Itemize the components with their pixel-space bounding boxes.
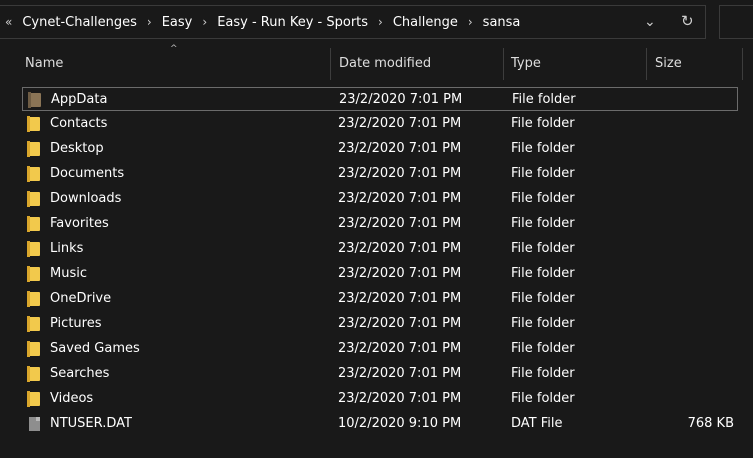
file-date-modified: 23/2/2020 7:01 PM	[338, 266, 462, 281]
folder-hidden-icon	[28, 92, 41, 108]
file-type: File folder	[511, 241, 575, 256]
table-row[interactable]: Desktop 23/2/2020 7:01 PM File folder	[22, 137, 738, 161]
breadcrumb-item-easy[interactable]: Easy	[162, 15, 193, 30]
file-name: Links	[50, 241, 84, 256]
file-type: File folder	[511, 341, 575, 356]
folder-icon	[27, 116, 40, 132]
file-name: Desktop	[50, 141, 104, 156]
folder-icon	[27, 366, 40, 382]
file-date-modified: 23/2/2020 7:01 PM	[338, 216, 462, 231]
file-type: File folder	[511, 141, 575, 156]
file-date-modified: 10/2/2020 9:10 PM	[338, 416, 462, 431]
folder-icon	[27, 266, 40, 282]
overflow-chevron-icon[interactable]: «	[5, 15, 12, 29]
breadcrumb-item-easy-run-key-sports[interactable]: Easy - Run Key - Sports	[217, 15, 368, 30]
breadcrumb: « Cynet-Challenges › Easy › Easy - Run K…	[5, 6, 520, 38]
column-divider[interactable]	[646, 48, 647, 80]
file-date-modified: 23/2/2020 7:01 PM	[338, 291, 462, 306]
folder-icon	[27, 166, 40, 182]
table-row[interactable]: Downloads 23/2/2020 7:01 PM File folder	[22, 187, 738, 211]
folder-icon	[27, 191, 40, 207]
file-date-modified: 23/2/2020 7:01 PM	[338, 166, 462, 181]
column-divider[interactable]	[742, 48, 743, 80]
folder-icon	[27, 341, 40, 357]
file-name: Documents	[50, 166, 125, 181]
breadcrumb-item-challenge[interactable]: Challenge	[393, 15, 458, 30]
file-name: Saved Games	[50, 341, 140, 356]
table-row[interactable]: Music 23/2/2020 7:01 PM File folder	[22, 262, 738, 286]
file-type: File folder	[511, 316, 575, 331]
table-row[interactable]: Searches 23/2/2020 7:01 PM File folder	[22, 362, 738, 386]
file-name: OneDrive	[50, 291, 112, 306]
table-row[interactable]: Favorites 23/2/2020 7:01 PM File folder	[22, 212, 738, 236]
file-type: File folder	[511, 166, 575, 181]
file-name: Searches	[50, 366, 110, 381]
file-date-modified: 23/2/2020 7:01 PM	[338, 191, 462, 206]
table-row[interactable]: Videos 23/2/2020 7:01 PM File folder	[22, 387, 738, 411]
file-date-modified: 23/2/2020 7:01 PM	[338, 241, 462, 256]
column-header: Name Date modified Type Size	[0, 44, 753, 80]
breadcrumb-item-sansa[interactable]: sansa	[483, 15, 521, 30]
file-name: Downloads	[50, 191, 122, 206]
refresh-icon[interactable]: ↻	[681, 12, 694, 30]
file-name: Videos	[50, 391, 94, 406]
file-size: 768 KB	[687, 416, 734, 431]
column-divider[interactable]	[503, 48, 504, 80]
file-type: DAT File	[511, 416, 563, 431]
file-type: File folder	[511, 216, 575, 231]
folder-icon	[27, 291, 40, 307]
file-type: File folder	[511, 291, 575, 306]
table-row[interactable]: Pictures 23/2/2020 7:01 PM File folder	[22, 312, 738, 336]
table-row[interactable]: Documents 23/2/2020 7:01 PM File folder	[22, 162, 738, 186]
file-date-modified: 23/2/2020 7:01 PM	[338, 316, 462, 331]
column-date-modified[interactable]: Date modified	[339, 44, 431, 80]
file-name: NTUSER.DAT	[50, 416, 132, 431]
column-size[interactable]: Size	[655, 44, 682, 80]
file-name: Music	[50, 266, 87, 281]
file-type: File folder	[511, 116, 575, 131]
file-name: Pictures	[50, 316, 102, 331]
chevron-down-icon[interactable]: ⌄	[644, 14, 656, 30]
file-date-modified: 23/2/2020 7:01 PM	[338, 366, 462, 381]
table-row[interactable]: Links 23/2/2020 7:01 PM File folder	[22, 237, 738, 261]
breadcrumb-separator-icon[interactable]: ›	[468, 15, 473, 29]
folder-icon	[27, 141, 40, 157]
file-date-modified: 23/2/2020 7:01 PM	[338, 116, 462, 131]
folder-icon	[27, 316, 40, 332]
breadcrumb-separator-icon[interactable]: ›	[378, 15, 383, 29]
file-date-modified: 23/2/2020 7:01 PM	[338, 141, 462, 156]
breadcrumb-separator-icon[interactable]: ›	[202, 15, 207, 29]
sort-ascending-icon: ^	[170, 44, 178, 54]
column-name[interactable]: Name	[25, 44, 63, 80]
table-row[interactable]: Saved Games 23/2/2020 7:01 PM File folder	[22, 337, 738, 361]
breadcrumb-separator-icon[interactable]: ›	[147, 15, 152, 29]
file-type: File folder	[511, 191, 575, 206]
search-input[interactable]	[719, 5, 753, 39]
table-row[interactable]: AppData 23/2/2020 7:01 PM File folder	[22, 87, 738, 111]
file-name: AppData	[51, 92, 108, 107]
folder-icon	[27, 241, 40, 257]
file-type: File folder	[512, 92, 576, 107]
file-type: File folder	[511, 266, 575, 281]
table-row[interactable]: NTUSER.DAT 10/2/2020 9:10 PM DAT File 768 K…	[22, 412, 738, 436]
folder-icon	[27, 216, 40, 232]
file-date-modified: 23/2/2020 7:01 PM	[339, 92, 463, 107]
column-type[interactable]: Type	[511, 44, 541, 80]
file-type: File folder	[511, 391, 575, 406]
file-name: Contacts	[50, 116, 108, 131]
folder-icon	[27, 391, 40, 407]
file-date-modified: 23/2/2020 7:01 PM	[338, 391, 462, 406]
breadcrumb-item-cynet-challenges[interactable]: Cynet-Challenges	[22, 15, 137, 30]
column-divider[interactable]	[330, 48, 331, 80]
table-row[interactable]: OneDrive 23/2/2020 7:01 PM File folder	[22, 287, 738, 311]
file-type: File folder	[511, 366, 575, 381]
table-row[interactable]: Contacts 23/2/2020 7:01 PM File folder	[22, 112, 738, 136]
file-name: Favorites	[50, 216, 109, 231]
address-bar[interactable]: « Cynet-Challenges › Easy › Easy - Run K…	[0, 5, 706, 39]
file-date-modified: 23/2/2020 7:01 PM	[338, 341, 462, 356]
file-icon	[29, 417, 40, 431]
